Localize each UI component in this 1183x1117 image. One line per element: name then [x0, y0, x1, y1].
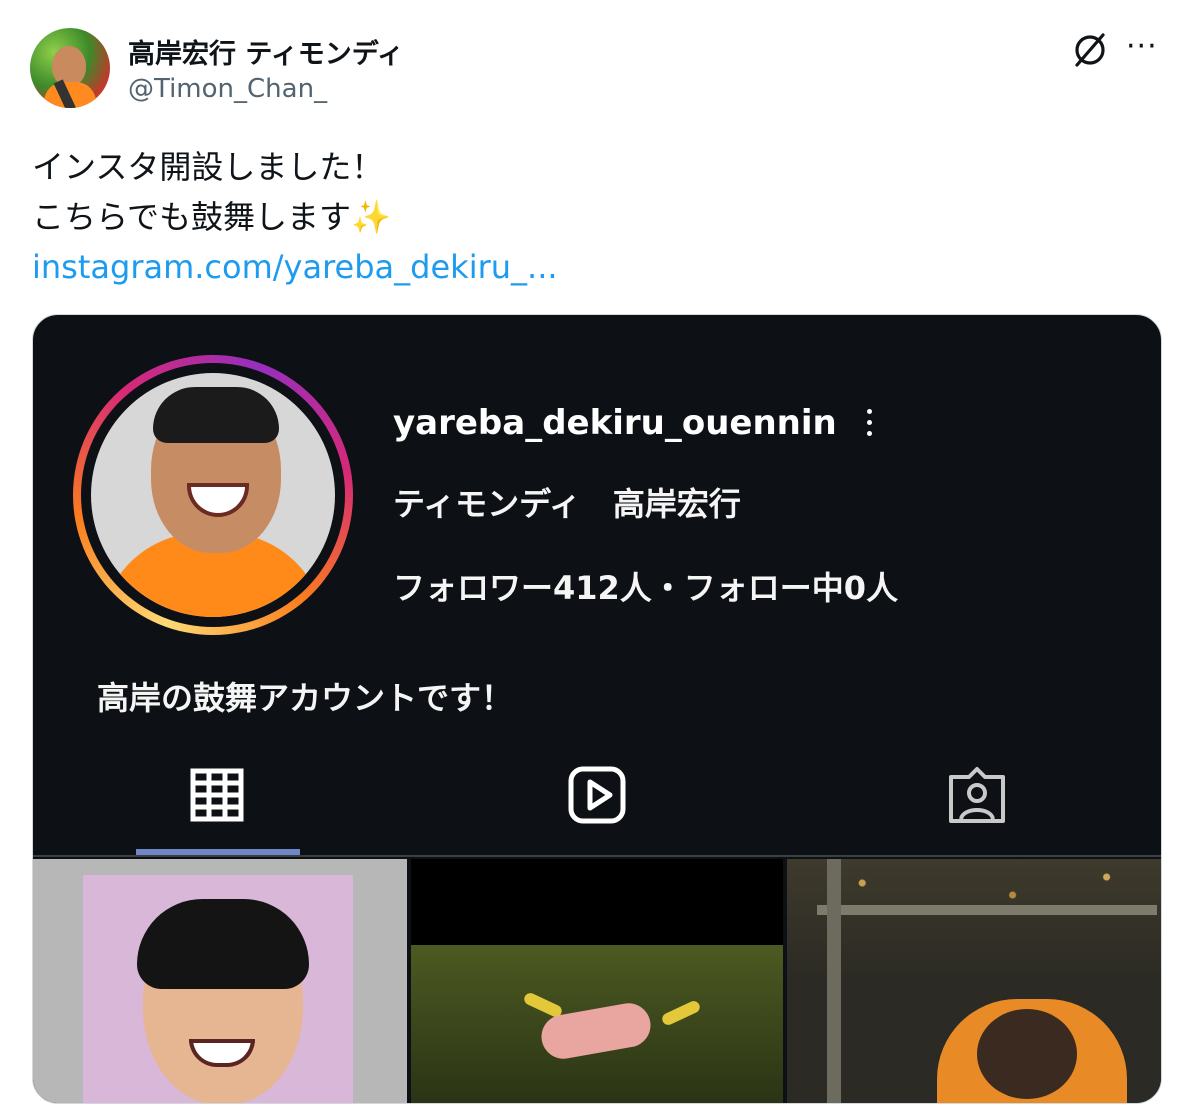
post-thumbnail [33, 859, 407, 1103]
tagged-icon [949, 767, 1005, 823]
ig-stats: フォロワー412人・フォロー中0人 [393, 569, 899, 607]
author-handle[interactable]: @Timon_Chan_ [128, 74, 327, 104]
grok-icon[interactable] [1070, 30, 1110, 70]
ig-username: yareba_dekiru_ouennin [393, 403, 837, 443]
tab-divider [33, 855, 1161, 857]
ig-bio: 高岸の鼓舞アカウントです！ [97, 679, 514, 717]
more-icon[interactable]: ··· [1126, 32, 1166, 64]
author-display-name[interactable]: 高岸宏行 ティモンディ [128, 32, 404, 71]
ig-menu-icon [859, 405, 879, 445]
ig-profile-photo [91, 373, 335, 617]
ig-photo-hair [153, 387, 279, 443]
ig-profile-ring [73, 355, 353, 635]
author-avatar[interactable] [30, 28, 110, 108]
ig-full-name: ティモンディ 高岸宏行 [393, 485, 741, 523]
post-thumbnail [787, 859, 1161, 1103]
post-thumbnail [411, 859, 783, 1103]
avatar-face [52, 46, 86, 86]
tweet-text: インスタ開設しました！ こちらでも鼓舞します✨ [32, 148, 391, 236]
reels-icon [568, 766, 626, 824]
media-card[interactable]: yareba_dekiru_ouennin ティモンディ 高岸宏行 フォロワー4… [32, 314, 1162, 1104]
tweet-link[interactable]: instagram.com/yareba_dekiru_... [32, 242, 558, 292]
grid-icon [190, 768, 244, 822]
